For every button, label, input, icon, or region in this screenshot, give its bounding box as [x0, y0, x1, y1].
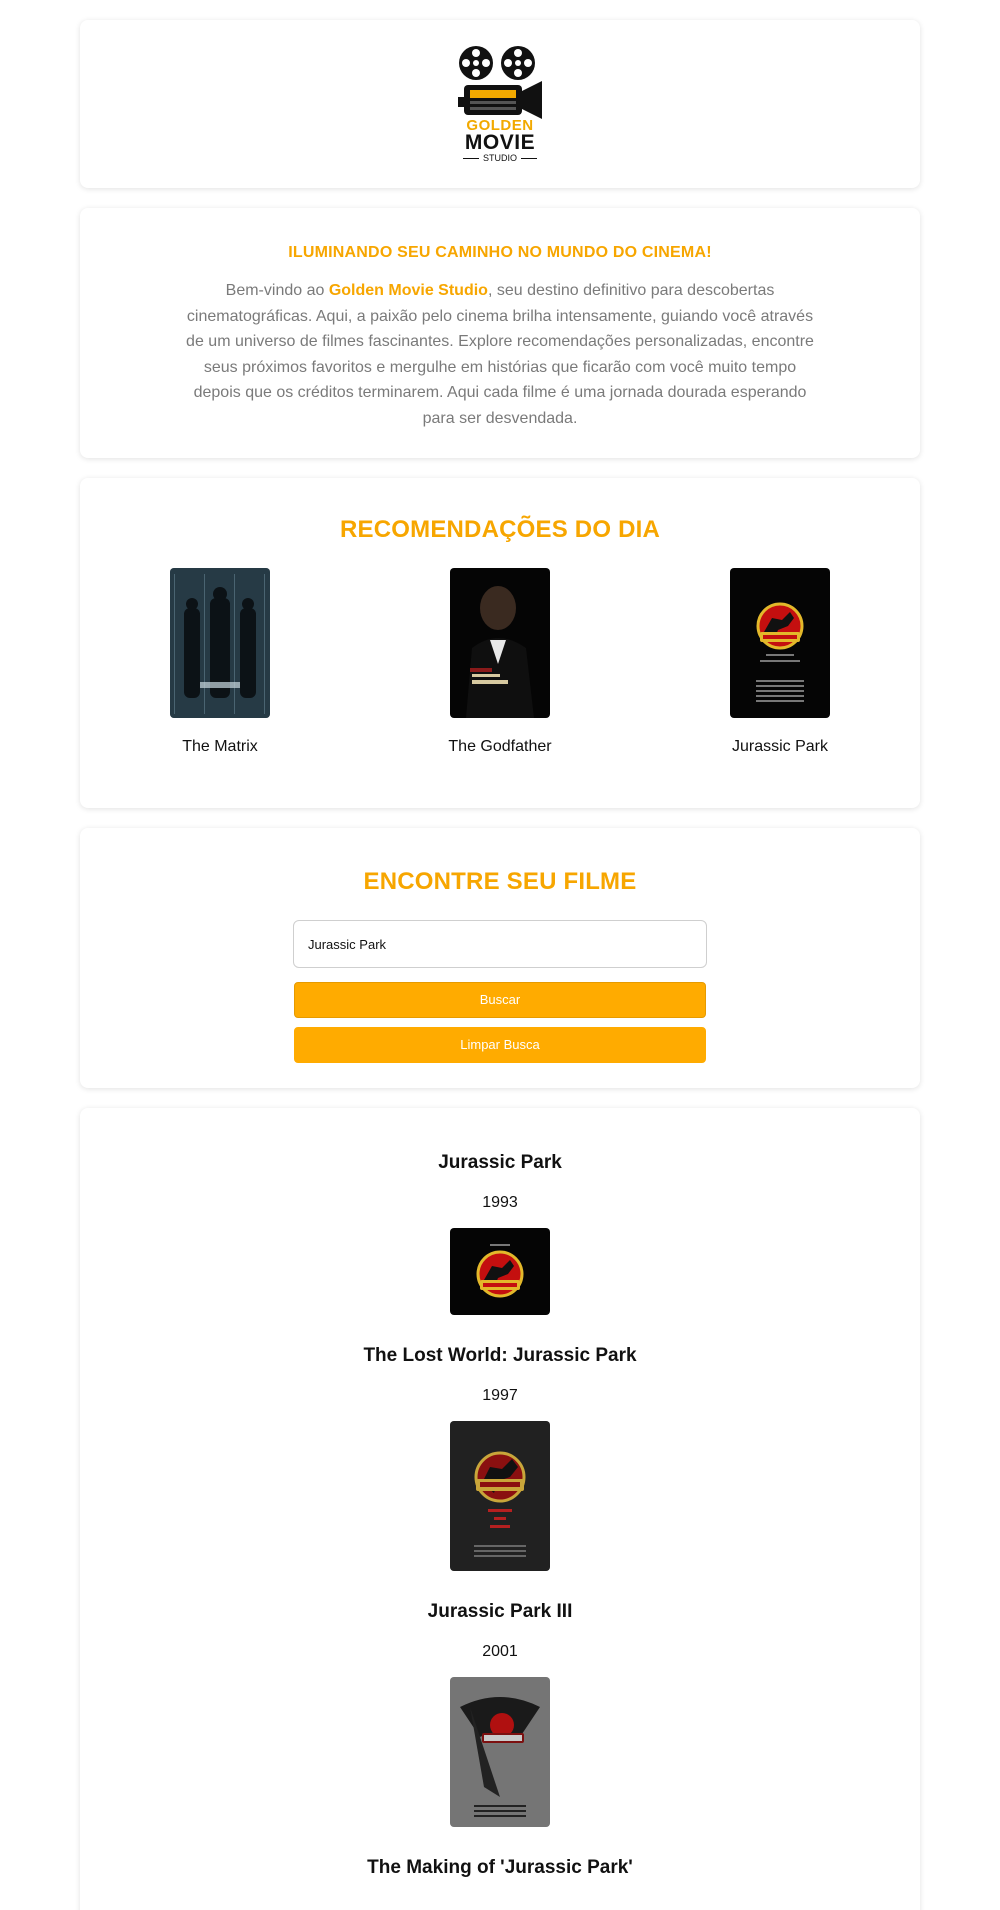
logo[interactable]: GOLDEN MOVIE STUDIO	[454, 45, 546, 163]
film-projector-icon	[458, 46, 542, 119]
logo-text-movie: MOVIE	[464, 131, 536, 154]
intro-text-start: Bem-vindo ao	[225, 282, 329, 299]
search-button[interactable]: Buscar	[294, 982, 706, 1018]
result-item[interactable]: The Making of 'Jurassic Park'	[80, 1857, 920, 1879]
logo-text-studio: STUDIO	[462, 153, 537, 163]
jurassic-park-poster[interactable]	[730, 568, 830, 718]
header-card: GOLDEN MOVIE STUDIO	[80, 20, 920, 188]
logo-studio-label: STUDIO	[482, 153, 517, 163]
search-form: Buscar Limpar Busca	[293, 920, 707, 1063]
result-year: 1997	[482, 1387, 518, 1404]
recommendation-title: The Matrix	[182, 738, 258, 755]
brand-name: Golden Movie Studio	[328, 282, 488, 299]
intro-card: ILUMINANDO SEU CAMINHO NO MUNDO DO CINEM…	[80, 208, 920, 458]
intro-text-end: , seu destino definitivo para descoberta…	[186, 282, 814, 427]
matrix-poster[interactable]	[170, 568, 270, 718]
intro-title: ILUMINANDO SEU CAMINHO NO MUNDO DO CINEM…	[288, 244, 712, 261]
search-input[interactable]	[293, 920, 707, 968]
result-item[interactable]: The Lost World: Jurassic Park 1997	[80, 1345, 920, 1571]
recommendations-title: RECOMENDAÇÕES DO DIA	[339, 516, 661, 543]
result-year: 2001	[482, 1643, 518, 1660]
result-title: The Making of 'Jurassic Park'	[367, 1857, 633, 1878]
jurassic-park-3-poster[interactable]	[450, 1677, 550, 1827]
result-title: Jurassic Park	[438, 1152, 562, 1173]
lost-world-poster[interactable]	[450, 1421, 550, 1571]
logo-rule-right	[521, 157, 537, 159]
recommendations-card: RECOMENDAÇÕES DO DIA The Matrix The Godf…	[80, 478, 920, 808]
result-item[interactable]: Jurassic Park 1993	[80, 1152, 920, 1315]
result-year: 1993	[482, 1194, 518, 1211]
jurassic-park-poster[interactable]	[450, 1228, 550, 1315]
recommendation-item[interactable]: The Matrix	[80, 568, 360, 756]
result-title: Jurassic Park III	[427, 1601, 573, 1622]
intro-text: Bem-vindo ao Golden Movie Studio, seu de…	[185, 278, 815, 432]
recommendations-list: The Matrix The Godfather Jurassic Park	[80, 568, 920, 756]
clear-search-button[interactable]: Limpar Busca	[294, 1027, 706, 1063]
results-card: Jurassic Park 1993 The Lost World: Juras…	[80, 1108, 920, 1910]
search-card: ENCONTRE SEU FILME Buscar Limpar Busca	[80, 828, 920, 1088]
search-title: ENCONTRE SEU FILME	[363, 868, 637, 895]
godfather-poster[interactable]	[450, 568, 550, 718]
result-item[interactable]: Jurassic Park III 2001	[80, 1601, 920, 1827]
logo-rule-left	[462, 157, 479, 159]
page: GOLDEN MOVIE STUDIO ILUMINANDO SEU CAMIN…	[80, 0, 920, 1910]
recommendation-item[interactable]: The Godfather	[360, 568, 640, 756]
result-title: The Lost World: Jurassic Park	[363, 1345, 637, 1366]
recommendation-title: Jurassic Park	[731, 738, 829, 755]
recommendation-title: The Godfather	[448, 738, 552, 755]
recommendation-item[interactable]: Jurassic Park	[640, 568, 920, 756]
